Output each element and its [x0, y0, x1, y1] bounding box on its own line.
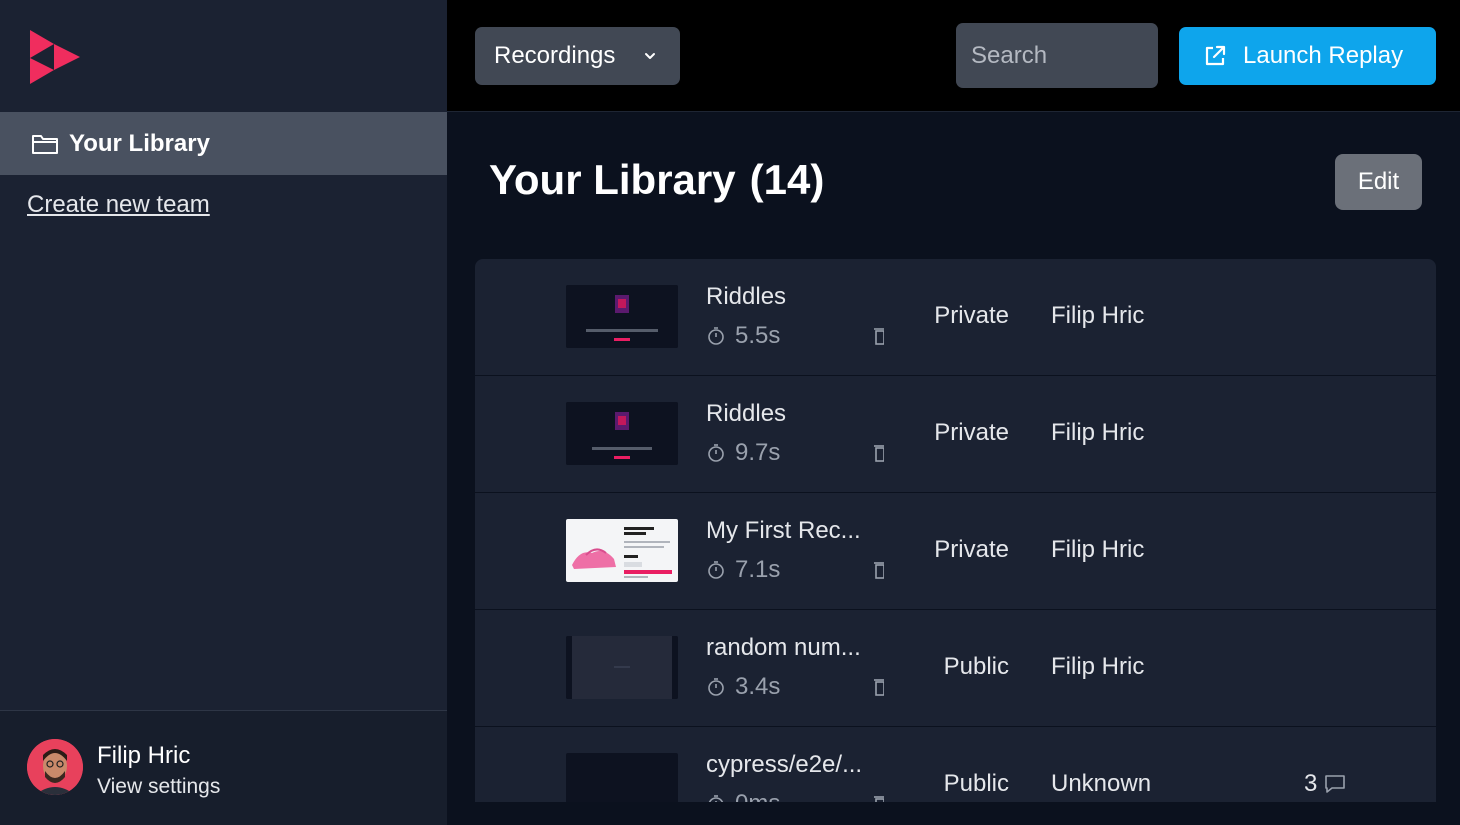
- recording-title: random num...: [706, 634, 861, 661]
- duration-text: 0ms: [735, 790, 780, 802]
- sidebar: Your Library Create new team Filip Hric …: [0, 0, 447, 825]
- recording-visibility: Public: [943, 770, 1009, 797]
- create-team-link[interactable]: Create new team: [27, 191, 210, 219]
- recording-owner: Filip Hric: [1051, 536, 1145, 563]
- recording-owner: Unknown: [1051, 770, 1152, 797]
- recording-visibility: Private: [934, 536, 1009, 563]
- page-title: Your Library (14): [489, 156, 824, 204]
- recording-visibility: Public: [943, 653, 1009, 680]
- recording-thumbnail: [566, 285, 678, 348]
- recording-thumbnail: [566, 753, 678, 802]
- recording-thumbnail: [566, 519, 678, 582]
- chevron-down-icon: [645, 53, 655, 59]
- recording-duration: 0ms: [706, 790, 780, 802]
- recordings-list: Riddles 5.5s Private Filip Hric Riddles …: [475, 259, 1436, 802]
- recording-title: cypress/e2e/...: [706, 751, 863, 778]
- topbar: Recordings Launch Replay: [447, 0, 1460, 112]
- stopwatch-icon: [708, 795, 724, 802]
- recording-thumbnail: [566, 636, 678, 699]
- stopwatch-icon: [708, 327, 724, 345]
- recording-duration: 7.1s: [706, 556, 780, 584]
- recording-duration: 9.7s: [706, 439, 780, 467]
- duration-text: 9.7s: [735, 439, 781, 466]
- recording-owner: Filip Hric: [1051, 653, 1145, 680]
- stopwatch-icon: [708, 561, 724, 579]
- stopwatch-icon: [708, 444, 724, 462]
- external-link-icon: [1205, 45, 1226, 66]
- library-count: (14): [749, 156, 825, 203]
- recording-visibility: Private: [934, 419, 1009, 446]
- edit-button[interactable]: Edit: [1335, 154, 1422, 210]
- duration-text: 3.4s: [735, 673, 781, 700]
- recording-visibility: Private: [934, 302, 1009, 329]
- sidebar-item-your-library[interactable]: Your Library: [0, 112, 447, 175]
- recording-title: Riddles: [706, 283, 787, 310]
- recording-owner: Filip Hric: [1051, 302, 1145, 329]
- duration-text: 7.1s: [735, 556, 781, 583]
- folder-icon: [31, 133, 59, 155]
- comment-count: 3: [1304, 770, 1318, 797]
- view-settings-link[interactable]: View settings: [97, 775, 220, 799]
- recording-row[interactable]: Riddles 9.7s Private Filip Hric: [475, 376, 1436, 493]
- replay-logo[interactable]: [30, 30, 80, 84]
- recording-row[interactable]: random num... 3.4s Public Filip Hric: [475, 610, 1436, 727]
- recording-comments[interactable]: 3: [1304, 770, 1347, 798]
- recordings-dropdown[interactable]: Recordings: [475, 27, 680, 85]
- launch-replay-label: Launch Replay: [1243, 42, 1404, 69]
- recording-thumbnail: [566, 402, 678, 465]
- launch-replay-button[interactable]: Launch Replay: [1179, 27, 1436, 85]
- recording-owner: Filip Hric: [1051, 419, 1145, 446]
- user-area[interactable]: Filip Hric View settings: [0, 710, 447, 825]
- recordings-dropdown-label: Recordings: [494, 42, 616, 69]
- recording-title: My First Rec...: [706, 517, 861, 544]
- recording-row[interactable]: cypress/e2e/... 0ms Public Unknown 3: [475, 727, 1436, 802]
- sidebar-item-label: Your Library: [69, 129, 210, 157]
- page-title-text: Your Library: [489, 156, 736, 203]
- stopwatch-icon: [708, 678, 724, 696]
- recording-duration: 3.4s: [706, 673, 780, 701]
- recording-title: Riddles: [706, 400, 787, 427]
- avatar: [27, 739, 83, 795]
- recording-row[interactable]: My First Rec... 7.1s Private Filip Hric: [475, 493, 1436, 610]
- user-name: Filip Hric: [97, 742, 191, 769]
- duration-text: 5.5s: [735, 322, 781, 349]
- recording-row[interactable]: Riddles 5.5s Private Filip Hric: [475, 259, 1436, 376]
- recording-duration: 5.5s: [706, 322, 780, 350]
- search-input[interactable]: [956, 23, 1158, 88]
- comment-icon: [1325, 775, 1346, 793]
